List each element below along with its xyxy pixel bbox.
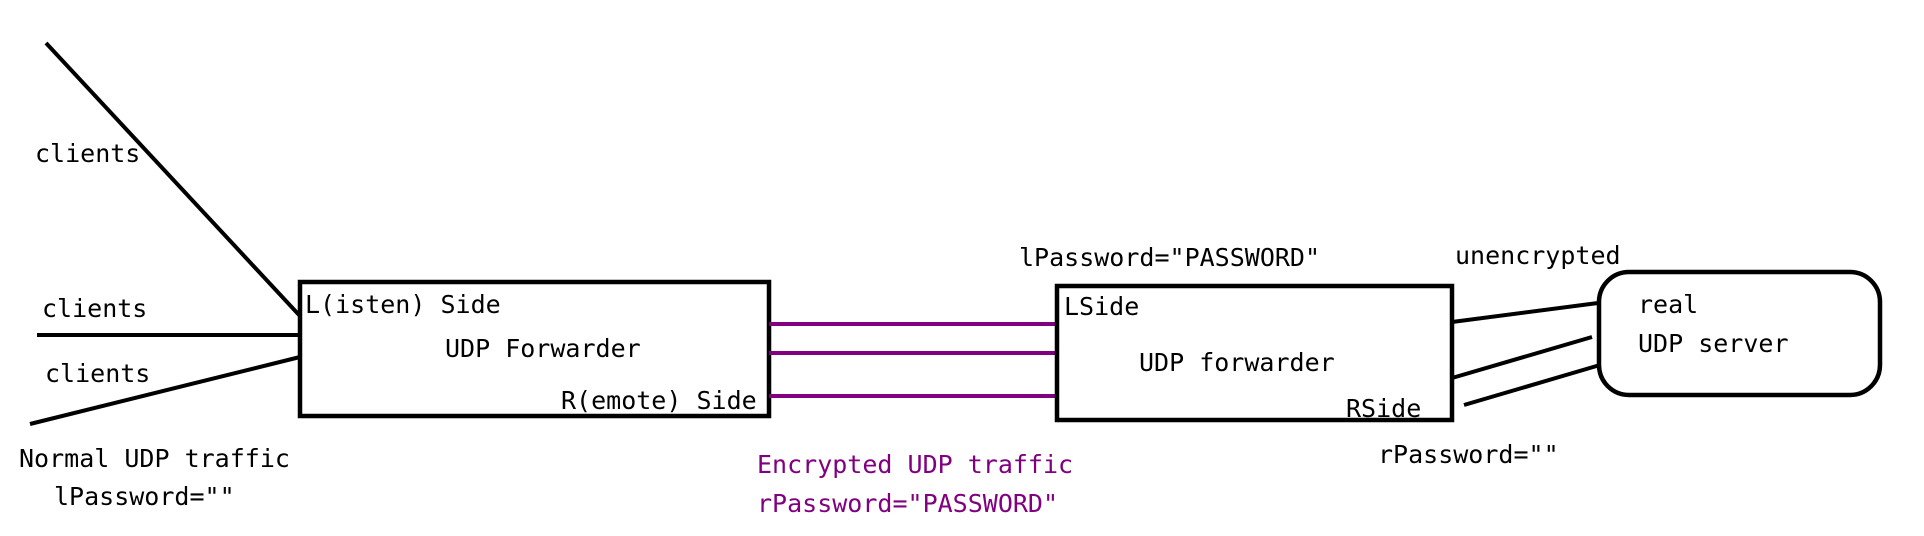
unencrypted-label: unencrypted [1455, 241, 1621, 270]
server-line-1 [1451, 301, 1599, 324]
server-label-real: real [1638, 290, 1698, 319]
tunnel-rpassword-label: rPassword="PASSWORD" [757, 489, 1058, 518]
remote-side-label: R(emote) Side [561, 386, 757, 415]
udp-forwarder-diagram: clients clients clients Normal UDP traff… [19, 41, 1883, 518]
udp-forwarder-1-title: UDP Forwarder [445, 334, 641, 363]
server-line-3 [1463, 363, 1601, 407]
forwarder-2-lpassword-label: lPassword="PASSWORD" [1019, 243, 1320, 272]
listen-side-label: L(isten) Side [305, 290, 501, 319]
client-line-top [44, 41, 302, 318]
lside-label: LSide [1064, 292, 1139, 321]
clients-label-top: clients [35, 139, 140, 168]
clients-label-bottom: clients [45, 359, 150, 388]
encrypted-udp-traffic-label: Encrypted UDP traffic [757, 450, 1073, 479]
normal-udp-traffic-label: Normal UDP traffic [19, 444, 290, 473]
clients-label-middle: clients [42, 294, 147, 323]
forwarder-2-rpassword-label: rPassword="" [1378, 440, 1559, 469]
rside-label: RSide [1346, 394, 1421, 423]
udp-forwarder-2-title: UDP forwarder [1139, 348, 1335, 377]
server-label-udp-server: UDP server [1638, 329, 1789, 358]
left-lpassword-label: lPassword="" [54, 482, 235, 511]
